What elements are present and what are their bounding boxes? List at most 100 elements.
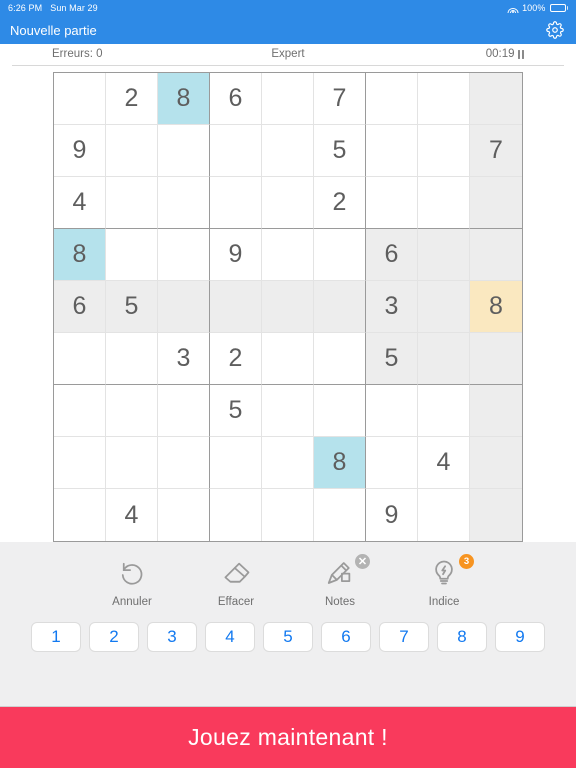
board-cell[interactable]: 3 [158, 333, 210, 385]
board-cell[interactable] [418, 177, 470, 229]
board-cell[interactable] [262, 489, 314, 541]
board-cell[interactable] [470, 437, 522, 489]
board-cell[interactable] [470, 229, 522, 281]
board-cell[interactable]: 8 [314, 437, 366, 489]
board-cell[interactable] [106, 437, 158, 489]
number-button-9[interactable]: 9 [495, 622, 545, 652]
board-cell[interactable]: 3 [366, 281, 418, 333]
board-cell[interactable] [314, 229, 366, 281]
board-cell[interactable] [210, 125, 262, 177]
number-button-2[interactable]: 2 [89, 622, 139, 652]
board-cell[interactable] [470, 385, 522, 437]
board-cell[interactable]: 9 [210, 229, 262, 281]
board-cell[interactable] [262, 385, 314, 437]
sudoku-board[interactable]: 286795742896653832558449 [53, 72, 523, 542]
board-cell[interactable]: 9 [54, 125, 106, 177]
board-cell[interactable]: 6 [366, 229, 418, 281]
board-cell[interactable] [314, 489, 366, 541]
board-cell[interactable] [366, 125, 418, 177]
board-cell[interactable]: 4 [106, 489, 158, 541]
pause-icon[interactable] [518, 49, 524, 59]
board-cell[interactable] [106, 229, 158, 281]
board-cell[interactable] [262, 177, 314, 229]
board-cell[interactable] [54, 73, 106, 125]
number-pad[interactable]: 123456789 [0, 616, 576, 662]
board-cell[interactable] [418, 489, 470, 541]
board-cell[interactable]: 6 [54, 281, 106, 333]
board-cell[interactable] [54, 489, 106, 541]
number-button-6[interactable]: 6 [321, 622, 371, 652]
gear-icon[interactable] [544, 19, 566, 41]
board-cell[interactable] [314, 281, 366, 333]
number-button-7[interactable]: 7 [379, 622, 429, 652]
board-cell[interactable]: 8 [54, 229, 106, 281]
board-cell[interactable] [262, 333, 314, 385]
board-cell[interactable] [262, 73, 314, 125]
board-cell[interactable]: 8 [158, 73, 210, 125]
board-cell[interactable] [210, 437, 262, 489]
board-cell[interactable]: 7 [470, 125, 522, 177]
board-cell[interactable]: 2 [106, 73, 158, 125]
board-cell[interactable] [54, 333, 106, 385]
undo-button[interactable]: Annuler [80, 556, 184, 608]
notes-button[interactable]: ✕ Notes [288, 554, 392, 608]
board-cell[interactable] [106, 177, 158, 229]
board-cell[interactable] [418, 333, 470, 385]
number-button-5[interactable]: 5 [263, 622, 313, 652]
board-cell[interactable] [418, 229, 470, 281]
board-cell[interactable] [470, 489, 522, 541]
board-cell[interactable] [262, 281, 314, 333]
board-cell[interactable] [470, 73, 522, 125]
board-cell[interactable] [106, 333, 158, 385]
number-button-1[interactable]: 1 [31, 622, 81, 652]
board-cell[interactable]: 2 [210, 333, 262, 385]
board-cell[interactable] [262, 229, 314, 281]
board-cell[interactable] [366, 437, 418, 489]
board-cell[interactable] [210, 489, 262, 541]
hint-button[interactable]: 3 Indice [392, 554, 496, 608]
board-cell[interactable] [262, 125, 314, 177]
board-cell[interactable] [418, 125, 470, 177]
board-cell[interactable] [158, 489, 210, 541]
board-cell[interactable] [366, 177, 418, 229]
board-cell[interactable] [158, 229, 210, 281]
board-cell[interactable] [158, 125, 210, 177]
number-button-8[interactable]: 8 [437, 622, 487, 652]
board-cell[interactable] [54, 437, 106, 489]
board-cell[interactable]: 5 [106, 281, 158, 333]
board-cell[interactable] [314, 385, 366, 437]
board-cell[interactable] [262, 437, 314, 489]
board-cell[interactable]: 2 [314, 177, 366, 229]
board-cell[interactable] [314, 333, 366, 385]
board-cell[interactable]: 8 [470, 281, 522, 333]
board-cell[interactable] [418, 385, 470, 437]
board-cell[interactable] [366, 73, 418, 125]
promo-banner[interactable]: Jouez maintenant ! [0, 706, 576, 768]
board-cell[interactable] [158, 385, 210, 437]
board-cell[interactable] [106, 385, 158, 437]
board-cell[interactable] [210, 177, 262, 229]
board-cell[interactable]: 4 [418, 437, 470, 489]
board-cell[interactable] [418, 73, 470, 125]
board-cell[interactable]: 7 [314, 73, 366, 125]
board-cell[interactable] [366, 385, 418, 437]
new-game-button[interactable]: Nouvelle partie [10, 23, 97, 38]
board-cell[interactable]: 6 [210, 73, 262, 125]
number-button-4[interactable]: 4 [205, 622, 255, 652]
board-cell[interactable]: 5 [366, 333, 418, 385]
board-cell[interactable] [158, 437, 210, 489]
board-cell[interactable]: 5 [314, 125, 366, 177]
board-cell[interactable] [210, 281, 262, 333]
board-cell[interactable] [158, 177, 210, 229]
board-cell[interactable] [106, 125, 158, 177]
board-cell[interactable] [54, 385, 106, 437]
board-cell[interactable]: 4 [54, 177, 106, 229]
board-cell[interactable] [158, 281, 210, 333]
board-cell[interactable]: 5 [210, 385, 262, 437]
erase-button[interactable]: Effacer [184, 556, 288, 608]
number-button-3[interactable]: 3 [147, 622, 197, 652]
board-cell[interactable] [418, 281, 470, 333]
board-cell[interactable] [470, 177, 522, 229]
board-cell[interactable]: 9 [366, 489, 418, 541]
board-cell[interactable] [470, 333, 522, 385]
